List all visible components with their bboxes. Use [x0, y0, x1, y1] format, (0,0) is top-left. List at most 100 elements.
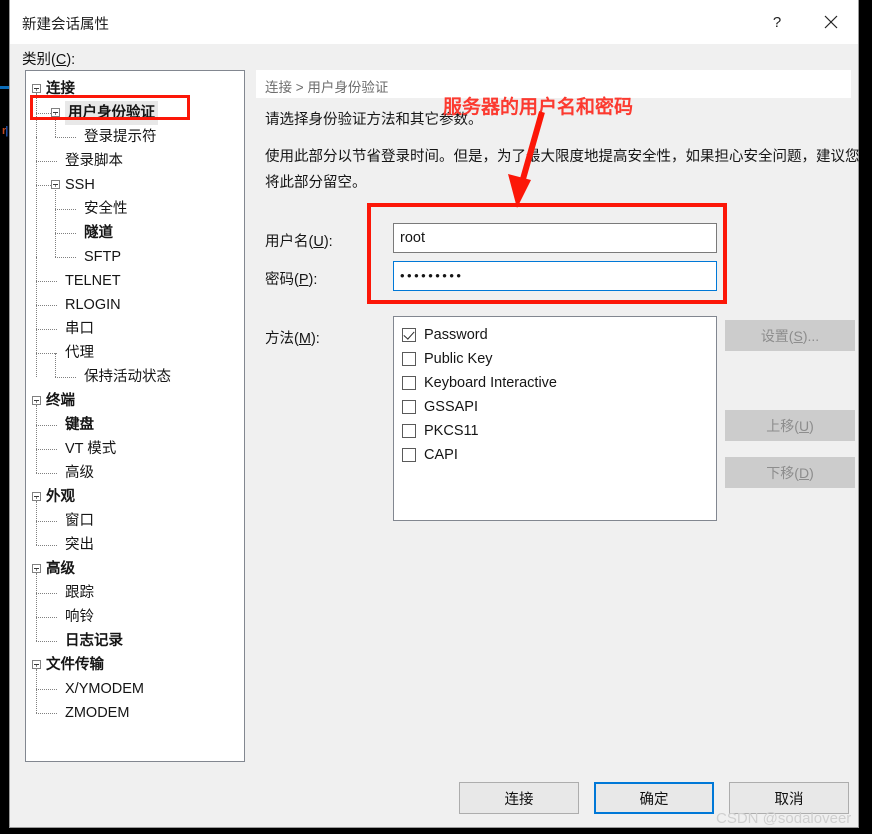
tree-guide-line [36, 593, 57, 594]
desktop-accent-line [0, 86, 9, 89]
auth-method-row[interactable]: Keyboard Interactive [402, 371, 716, 395]
tree-item-label: 登录提示符 [84, 129, 157, 145]
tree-guide-line [36, 449, 57, 450]
move-up-button-label: 上移(U) [766, 417, 814, 434]
auth-methods-list[interactable]: Password Public Key Keyboard Interactive GS… [393, 316, 717, 521]
tree-item-label: 响铃 [65, 609, 94, 625]
auth-method-label: PKCS11 [424, 423, 479, 439]
tree-guide-line [55, 353, 56, 377]
category-label: 类别(C): [22, 48, 75, 69]
tree-guide-line [36, 689, 57, 690]
tree-item[interactable]: 终端 [26, 389, 244, 413]
tree-guide-line [36, 713, 57, 714]
move-down-button-label: 下移(D) [766, 464, 814, 481]
tree-item[interactable]: 文件传输 [26, 653, 244, 677]
tree-item[interactable]: VT 模式 [26, 437, 244, 461]
breadcrumb-bar: 连接 > 用户身份验证 [256, 70, 851, 98]
tree-item[interactable]: 高级 [26, 557, 244, 581]
checkbox-icon[interactable] [402, 448, 416, 462]
tree-item[interactable]: RLOGIN [26, 293, 244, 317]
tree-guide-line [36, 573, 37, 641]
tree-guide-line [36, 93, 37, 377]
tree-guide-line [55, 137, 76, 138]
auth-method-row[interactable]: PKCS11 [402, 419, 716, 443]
checkbox-icon[interactable] [402, 328, 416, 342]
tree-item[interactable]: 突出 [26, 533, 244, 557]
tree-item-label: 串口 [65, 321, 94, 337]
checkbox-icon[interactable] [402, 376, 416, 390]
tree-item-label: 登录脚本 [65, 153, 123, 169]
tree-item[interactable]: 串口 [26, 317, 244, 341]
tree-item[interactable]: ZMODEM [26, 701, 244, 725]
tree-item-label: 安全性 [84, 201, 128, 217]
description-line-2: 使用此部分以节省登录时间。但是，为了最大限度地提高安全性，如果担心安全问题，建议… [265, 149, 860, 191]
password-input[interactable]: ••••••••• [393, 261, 717, 291]
category-tree[interactable]: 连接用户身份验证登录提示符登录脚本 SSH 安全性隧道 SFTP TELNET RLOGI… [26, 71, 244, 725]
tree-item[interactable]: 日志记录 [26, 629, 244, 653]
tree-guide-line [36, 305, 57, 306]
auth-method-row[interactable]: GSSAPI [402, 395, 716, 419]
tree-item-label: 连接 [46, 81, 75, 97]
tree-guide-line [36, 185, 51, 186]
username-label: 用户名(U): [265, 234, 333, 250]
ok-button[interactable]: 确定 [594, 782, 714, 814]
tree-item[interactable]: 用户身份验证 [26, 101, 244, 125]
tree-item[interactable]: 键盘 [26, 413, 244, 437]
tree-item[interactable]: 响铃 [26, 605, 244, 629]
tree-guide-line [36, 501, 37, 545]
checkbox-icon[interactable] [402, 400, 416, 414]
settings-button[interactable]: 设置(S)... [725, 320, 855, 351]
tree-guide-line [36, 669, 37, 713]
auth-method-label: GSSAPI [424, 399, 478, 415]
breadcrumb: 连接 > 用户身份验证 [265, 80, 389, 95]
tree-guide-line [55, 233, 76, 234]
move-up-button[interactable]: 上移(U) [725, 410, 855, 441]
close-glyph [824, 15, 838, 29]
tree-item-label: X/YMODEM [65, 681, 144, 697]
tree-item[interactable]: 登录脚本 [26, 149, 244, 173]
settings-button-label: 设置(S)... [760, 327, 820, 344]
tree-item[interactable]: 连接 [26, 77, 244, 101]
tree-guide-line [36, 617, 57, 618]
auth-method-row[interactable]: Public Key [402, 347, 716, 371]
desktop-partial-glyph: r| [2, 125, 8, 137]
close-icon[interactable] [808, 0, 854, 44]
tree-item-label: TELNET [65, 273, 121, 289]
checkbox-icon[interactable] [402, 352, 416, 366]
tree-item[interactable]: X/YMODEM [26, 677, 244, 701]
methods-label: 方法(M): [265, 331, 320, 347]
tree-item-label: SFTP [84, 249, 122, 265]
tree-guide-line [36, 641, 57, 642]
cancel-button[interactable]: 取消 [729, 782, 849, 814]
move-down-button[interactable]: 下移(D) [725, 457, 855, 488]
auth-method-label: Password [424, 327, 488, 343]
session-properties-dialog: 新建会话属性 ? 类别(C): 连接 用户身份验证 登录提示符 登录脚本 SSH 安全性隧… [9, 0, 860, 828]
tree-item[interactable]: 高级 [26, 461, 244, 485]
tree-guide-line [55, 209, 76, 210]
help-icon[interactable]: ? [754, 0, 800, 44]
tree-item[interactable]: SSH [26, 173, 244, 197]
tree-item-label: RLOGIN [65, 297, 121, 313]
tree-item[interactable]: 窗口 [26, 509, 244, 533]
connect-button-label: 连接 [504, 791, 534, 808]
tree-guide-line [55, 377, 76, 378]
checkbox-icon[interactable] [402, 424, 416, 438]
tree-item[interactable]: TELNET [26, 269, 244, 293]
tree-item[interactable]: 跟踪 [26, 581, 244, 605]
connect-button[interactable]: 连接 [459, 782, 579, 814]
tree-guide-line [55, 233, 56, 257]
tree-item-label: 外观 [46, 489, 75, 505]
category-label-text: 类别(C): [22, 52, 76, 68]
username-input[interactable]: root [393, 223, 717, 253]
tree-item-label: 隧道 [84, 225, 113, 241]
ok-button-label: 确定 [639, 791, 669, 808]
tree-item[interactable]: 代理 [26, 341, 244, 365]
tree-guide-line [36, 353, 57, 354]
auth-method-row[interactable]: Password [402, 323, 716, 347]
category-tree-panel[interactable]: 连接用户身份验证登录提示符登录脚本 SSH 安全性隧道 SFTP TELNET RLOGI… [25, 70, 245, 762]
tree-item-label: 文件传输 [46, 657, 104, 673]
tree-guide-line [36, 113, 51, 114]
tree-item-label: 终端 [46, 393, 75, 409]
auth-method-row[interactable]: CAPI [402, 443, 716, 467]
tree-item[interactable]: 外观 [26, 485, 244, 509]
